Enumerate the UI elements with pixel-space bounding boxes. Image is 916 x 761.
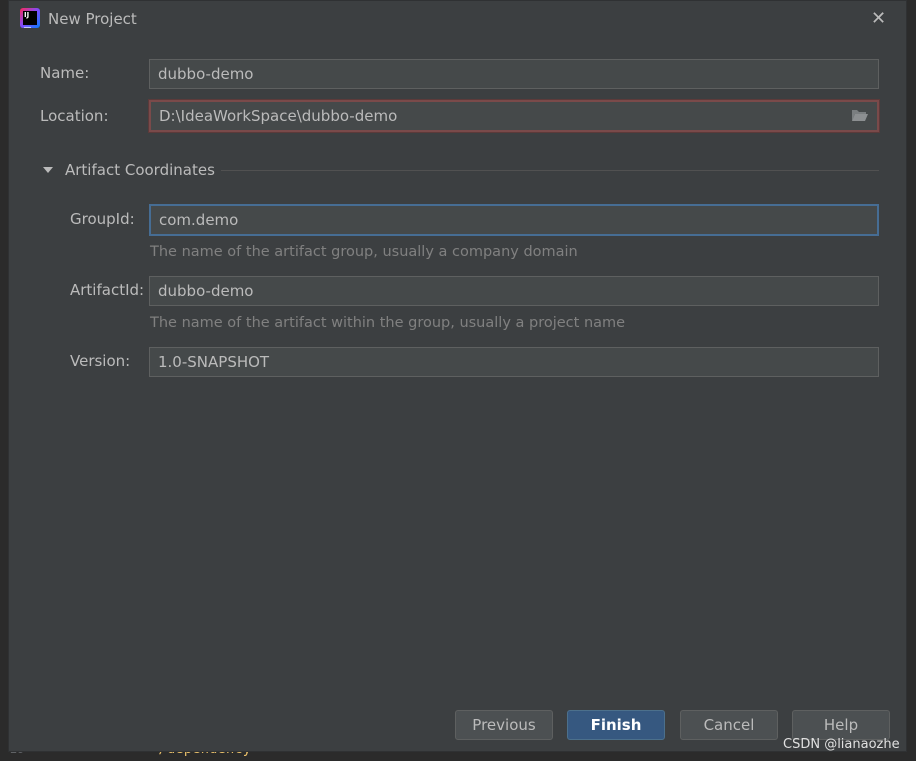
cancel-button[interactable]: Cancel bbox=[680, 710, 778, 740]
location-value: D:\IdeaWorkSpace\dubbo-demo bbox=[159, 107, 398, 125]
close-icon[interactable]: ✕ bbox=[871, 10, 887, 28]
artifactid-hint: The name of the artifact within the grou… bbox=[150, 315, 626, 331]
watermark: CSDN @lianaozhe bbox=[783, 737, 900, 752]
intellij-logo-icon: IJ __ bbox=[20, 8, 40, 28]
location-input[interactable]: D:\IdeaWorkSpace\dubbo-demo bbox=[149, 100, 879, 132]
groupid-input[interactable] bbox=[149, 204, 879, 236]
name-input[interactable] bbox=[149, 59, 879, 89]
groupid-hint: The name of the artifact group, usually … bbox=[150, 244, 578, 260]
previous-button[interactable]: Previous bbox=[455, 710, 553, 740]
name-label: Name: bbox=[40, 64, 90, 82]
collapse-triangle-icon[interactable] bbox=[43, 167, 53, 173]
new-project-dialog: IJ__ New Project ✕ Name: Location: D:\Id… bbox=[8, 0, 907, 752]
version-input[interactable] bbox=[149, 347, 879, 377]
artifactid-input[interactable] bbox=[149, 276, 879, 306]
artifact-coordinates-section[interactable]: Artifact Coordinates bbox=[65, 161, 215, 179]
finish-button[interactable]: Finish bbox=[567, 710, 665, 740]
artifactid-label: ArtifactId: bbox=[70, 281, 145, 299]
section-divider bbox=[221, 170, 879, 171]
version-label: Version: bbox=[70, 352, 131, 370]
folder-icon[interactable] bbox=[851, 108, 869, 122]
help-button[interactable]: Help bbox=[792, 710, 890, 740]
groupid-label: GroupId: bbox=[70, 210, 135, 228]
dialog-title: New Project bbox=[48, 10, 137, 28]
location-label: Location: bbox=[40, 107, 109, 125]
